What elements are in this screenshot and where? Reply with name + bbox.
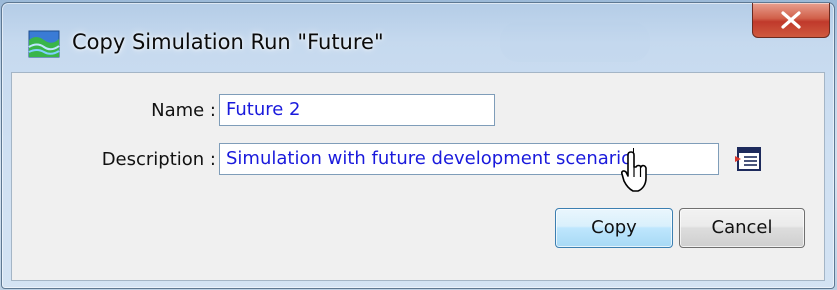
text-editor-icon[interactable]: [735, 146, 763, 172]
name-label: Name :: [151, 100, 216, 121]
description-field[interactable]: Simulation with future development scena…: [219, 143, 719, 175]
description-field-value: Simulation with future development scena…: [226, 148, 633, 169]
simulation-run-icon: [28, 30, 60, 58]
dialog-body: Name : Future 2 Description : Simulation…: [11, 72, 825, 281]
close-button[interactable]: [752, 3, 830, 38]
description-label: Description :: [101, 149, 216, 170]
screen: Copy Simulation Run "Future" Name : Futu…: [0, 0, 837, 290]
copy-button[interactable]: Copy: [555, 208, 673, 248]
dialog-title: Copy Simulation Run "Future": [72, 30, 384, 54]
close-icon: [781, 11, 801, 29]
text-caret: [633, 148, 635, 170]
name-field[interactable]: Future 2: [219, 94, 495, 126]
name-field-value: Future 2: [226, 99, 301, 120]
copy-simulation-dialog: Copy Simulation Run "Future" Name : Futu…: [1, 2, 835, 289]
cancel-button[interactable]: Cancel: [679, 208, 805, 248]
